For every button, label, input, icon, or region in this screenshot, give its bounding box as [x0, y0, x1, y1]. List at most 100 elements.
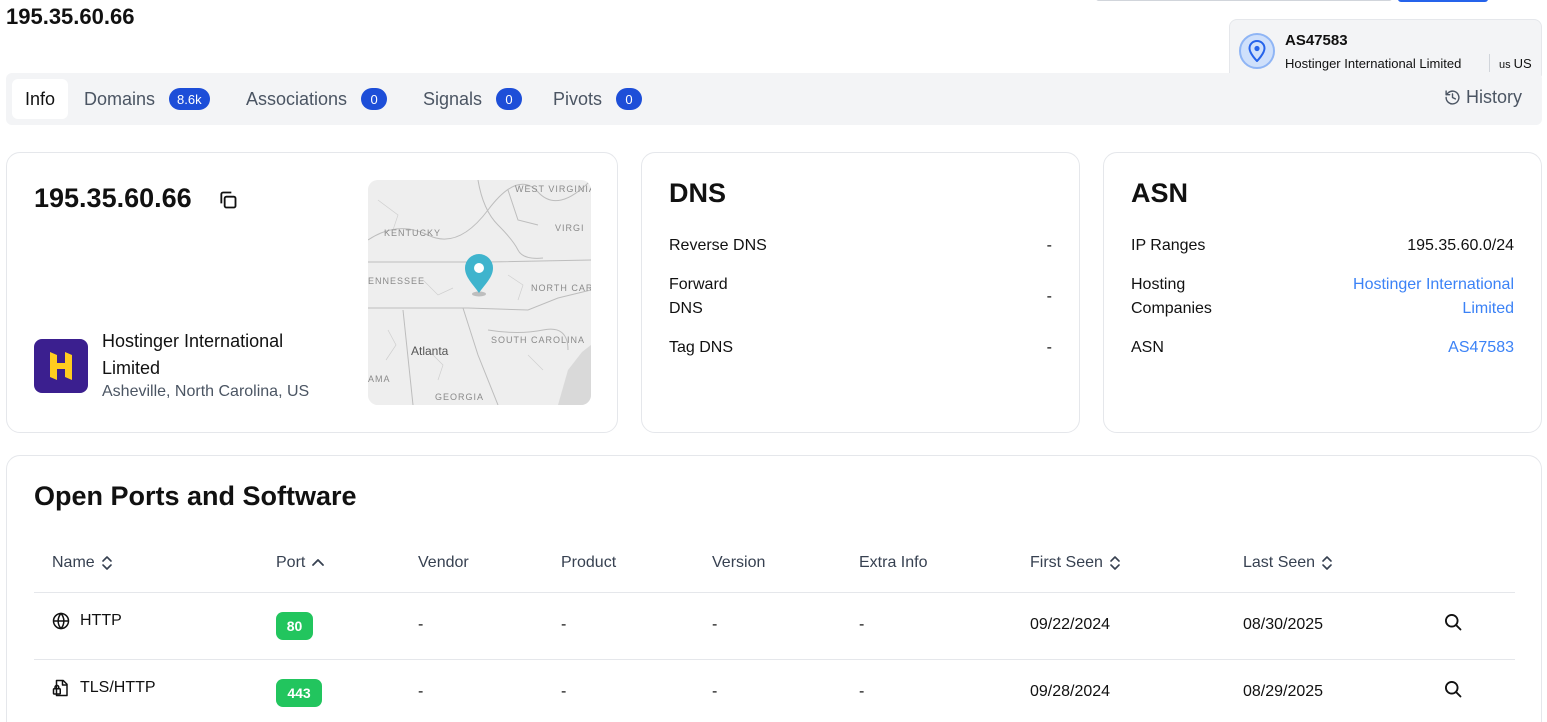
product-cell: - [561, 616, 567, 633]
copy-icon[interactable] [218, 190, 238, 215]
extra-info-cell: - [859, 616, 865, 633]
host-company-name: Hostinger International Limited [102, 331, 284, 378]
sort-icon [1110, 556, 1120, 570]
asn-title: ASN [1131, 178, 1189, 208]
map-label-virginia: VIRGI [555, 223, 585, 233]
tab-domains[interactable]: Domains 8.6k [84, 79, 210, 119]
vendor-cell: - [418, 616, 424, 633]
column-header-first-seen[interactable]: First Seen [1030, 554, 1121, 572]
port-badge: 443 [276, 679, 322, 707]
map-canvas: WEST VIRGINIA VIRGI KENTUCKY ENNESSEE NO… [368, 180, 591, 405]
asn-popup-title: AS47583 [1285, 32, 1348, 49]
ip-info-card: 195.35.60.66 Hostinger International Lim… [6, 152, 618, 433]
dns-title: DNS [669, 178, 727, 208]
map-label-atlanta: Atlanta [411, 344, 449, 358]
version-cell: - [712, 683, 718, 700]
count-badge: 0 [361, 88, 388, 110]
asn-popup-country: us US [1499, 56, 1532, 71]
globe-icon [52, 612, 70, 630]
asn-link[interactable]: AS47583 [1448, 336, 1514, 360]
tag-dns-label: Tag DNS [669, 339, 734, 356]
table-row-name: HTTP [52, 612, 122, 630]
search-icon[interactable] [1443, 679, 1463, 699]
open-ports-card: Open Ports and Software Name Port Vendor… [6, 455, 1542, 722]
column-header-product: Product [561, 554, 617, 571]
tab-associations[interactable]: Associations 0 [246, 79, 388, 119]
search-button[interactable] [1398, 0, 1488, 2]
first-seen-cell: 09/28/2024 [1030, 683, 1111, 700]
forward-dns-value: - [1046, 288, 1052, 305]
count-badge: 8.6k [169, 88, 210, 110]
map-label-west-virginia: WEST VIRGINIA [515, 184, 591, 194]
tag-dns-value: - [1046, 339, 1052, 356]
column-header-first-seen-label: First Seen [1030, 554, 1103, 571]
dns-card: DNS Reverse DNS - Forward DNS - Tag DNS … [641, 152, 1080, 433]
table-divider [34, 659, 1515, 660]
host-location: Asheville, North Carolina, US [102, 383, 310, 400]
history-icon [1445, 90, 1460, 105]
search-icon[interactable] [1443, 612, 1463, 632]
table-row-name: TLS/HTTP [52, 679, 156, 697]
product-cell: - [561, 683, 567, 700]
history-label: History [1465, 87, 1522, 107]
divider [1489, 54, 1490, 72]
history-button[interactable]: History [1444, 87, 1522, 108]
country-label: US [1513, 56, 1532, 71]
map-label-alabama: AMA [368, 374, 391, 384]
table-divider [34, 592, 1515, 593]
map-label-north-carolina: NORTH CAROLINA [531, 283, 591, 293]
tab-pivots-label: Pivots [553, 88, 603, 109]
column-header-name-label: Name [52, 554, 95, 571]
column-header-name[interactable]: Name [52, 554, 113, 572]
tab-associations-label: Associations [246, 88, 348, 109]
column-header-last-seen[interactable]: Last Seen [1243, 554, 1333, 572]
column-header-last-seen-label: Last Seen [1243, 554, 1316, 571]
tab-pivots[interactable]: Pivots 0 [553, 79, 643, 119]
service-name: TLS/HTTP [80, 679, 156, 696]
table-row-port: 80 [276, 612, 313, 640]
asn-card: ASN IP Ranges 195.35.60.0/24 Hosting Com… [1103, 152, 1542, 433]
ip-ranges-value: 195.35.60.0/24 [1407, 237, 1514, 254]
hostinger-logo [34, 339, 88, 393]
ip-address-heading: 195.35.60.66 [34, 183, 192, 213]
sort-icon [1322, 556, 1332, 570]
tab-info[interactable]: Info [12, 79, 69, 119]
open-ports-title: Open Ports and Software [34, 481, 357, 511]
sort-ascending-icon [312, 559, 325, 566]
version-cell: - [712, 616, 718, 633]
reverse-dns-label: Reverse DNS [669, 237, 767, 254]
asn-popup-company: Hostinger International Limited [1285, 56, 1462, 71]
last-seen-cell: 08/29/2025 [1243, 683, 1324, 700]
column-header-version: Version [712, 554, 766, 571]
location-pin-icon [1239, 33, 1275, 69]
port-badge: 80 [276, 612, 313, 640]
column-header-port-label: Port [276, 554, 306, 571]
map-label-georgia: GEORGIA [435, 392, 484, 402]
tab-bar: Info Domains 8.6k Associations 0 Signals… [6, 73, 1542, 125]
asn-label: ASN [1131, 339, 1164, 356]
reverse-dns-value: - [1046, 237, 1052, 254]
locked-file-icon [52, 679, 68, 697]
last-seen-cell: 08/30/2025 [1243, 616, 1324, 633]
table-row-port: 443 [276, 679, 322, 707]
ip-ranges-label: IP Ranges [1131, 237, 1206, 254]
country-flag-icon: us [1499, 59, 1511, 71]
tab-domains-label: Domains [84, 88, 156, 109]
vendor-cell: - [418, 683, 424, 700]
first-seen-cell: 09/22/2024 [1030, 616, 1111, 633]
count-badge: 0 [616, 88, 643, 110]
search-input[interactable] [1096, 0, 1392, 1]
column-header-port[interactable]: Port [276, 554, 325, 572]
service-name: HTTP [80, 612, 122, 629]
tab-info-label: Info [25, 88, 56, 109]
tab-signals[interactable]: Signals 0 [423, 79, 523, 119]
map-label-tennessee: ENNESSEE [368, 276, 425, 286]
column-header-vendor: Vendor [418, 554, 469, 571]
location-map[interactable]: WEST VIRGINIA VIRGI KENTUCKY ENNESSEE NO… [368, 180, 591, 405]
page-title: 195.35.60.66 [6, 4, 135, 29]
map-label-kentucky: KENTUCKY [384, 228, 441, 238]
column-header-extra-info: Extra Info [859, 554, 928, 571]
forward-dns-label: Forward DNS [669, 276, 728, 317]
hosting-company-link[interactable]: Hostinger International Limited [1314, 273, 1514, 321]
extra-info-cell: - [859, 683, 865, 700]
